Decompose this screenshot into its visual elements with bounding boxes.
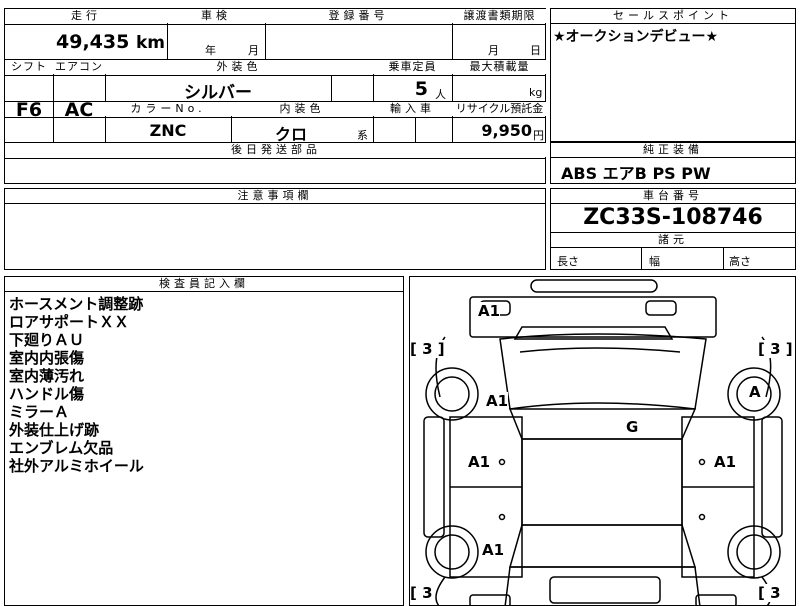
bracket-top-right: [ 3 ] (758, 340, 793, 358)
recycle-value: 9,950 (481, 121, 532, 140)
list-item: 外装仕上げ跡 (9, 421, 100, 439)
car-diagram-box: A1 A1 G A1 A1 A1 A [ 3 ] [ 3 ] [ 3 [ 3 (409, 276, 796, 606)
list-item: 室内薄汚れ (9, 367, 85, 385)
notes-box: 注意事項欄 (4, 188, 546, 270)
mileage-value: 49,435 km (56, 31, 165, 53)
shift-value: F6 (15, 99, 43, 121)
inspection-year-unit: 年 (205, 44, 216, 57)
shift-label: シフト (5, 60, 53, 74)
width-label: 幅 (649, 255, 660, 268)
transfer-day-unit: 日 (530, 44, 541, 57)
recycle-unit: 円 (533, 129, 544, 142)
mark-right-front-door: A1 (714, 453, 737, 471)
registration-label: 登録番号 (265, 9, 452, 23)
vehicle-info-table: 走行 車検 登録番号 譲渡書類期限 49,435 km 年 月 月 日 シフト … (4, 8, 547, 184)
bracket-top-left: [ 3 ] (410, 340, 445, 358)
mark-roof: G (626, 418, 639, 436)
chassis-box: 車台番号 ZC33S-108746 諸元 長さ 幅 高さ (550, 188, 796, 270)
interior-label: 内装色 (231, 102, 373, 116)
capacity-value: 5 (414, 78, 428, 100)
length-label: 長さ (557, 255, 579, 268)
color-no-label: カラーNo. (105, 102, 231, 116)
specs-label: 諸元 (551, 233, 795, 248)
sales-point-label: セールスポイント (551, 9, 795, 24)
transfer-label: 譲渡書類期限 (452, 9, 547, 23)
list-item: 室内内張傷 (9, 349, 85, 367)
ac-value: AC (64, 99, 94, 121)
inspection-month-unit: 月 (248, 44, 259, 57)
chassis-value: ZC33S-108746 (551, 204, 795, 233)
inspector-box: 検査員記入欄 ホースメント調整跡 ロアサポートＸＸ 下廻りＡＵ 室内内張傷 室内… (4, 276, 404, 606)
capacity-unit: 人 (435, 88, 446, 101)
interior-unit: 系 (357, 129, 368, 142)
mark-left-front-door: A1 (468, 453, 491, 471)
list-item: ロアサポートＸＸ (9, 313, 130, 331)
bracket-bottom-right: [ 3 (758, 584, 781, 602)
list-item: ミラーＡ (9, 403, 70, 421)
genuine-equipment-text: ABS エアB PS PW (561, 164, 711, 183)
inspector-list: ホースメント調整跡 ロアサポートＸＸ 下廻りＡＵ 室内内張傷 室内薄汚れ ハンド… (5, 292, 403, 478)
genuine-equipment-label: 純正装備 (551, 143, 795, 158)
list-item: ハンドル傷 (9, 385, 85, 403)
list-item: ホースメント調整跡 (9, 295, 144, 313)
max-load-label: 最大積載量 (452, 60, 547, 74)
height-label: 高さ (729, 255, 751, 268)
list-item: エンブレム欠品 (9, 439, 114, 457)
ac-label: エアコン (53, 60, 105, 74)
capacity-label: 乗車定員 (373, 60, 452, 74)
later-parts-label: 後日発送部品 (5, 143, 547, 157)
mileage-label: 走行 (5, 9, 167, 23)
chassis-label: 車台番号 (551, 189, 795, 204)
import-label: 輸入車 (373, 102, 452, 116)
bracket-bottom-left: [ 3 (410, 584, 433, 602)
interior-value: クロ (274, 125, 307, 144)
sales-point-box: セールスポイント ★オークションデビュー★ (550, 8, 796, 142)
inspector-label: 検査員記入欄 (5, 277, 403, 292)
notes-label: 注意事項欄 (5, 189, 545, 204)
sales-point-text: ★オークションデビュー★ (553, 29, 719, 45)
car-diagram (423, 279, 783, 605)
exterior-color-label: 外装色 (105, 60, 373, 74)
mark-front-bumper: A1 (478, 302, 501, 320)
transfer-month-unit: 月 (488, 44, 499, 57)
color-no-value: ZNC (149, 121, 187, 140)
mark-left-rear: A1 (482, 541, 505, 559)
list-item: 社外アルミホイール (9, 457, 144, 475)
list-item: 下廻りＡＵ (9, 331, 85, 349)
mark-hood: A1 (486, 392, 509, 410)
genuine-equipment-box: 純正装備 ABS エアB PS PW (550, 142, 796, 184)
mark-right-front-wheel: A (749, 383, 761, 401)
exterior-color-value: シルバー (184, 83, 252, 103)
inspection-label: 車検 (167, 9, 265, 23)
max-load-unit: kg (529, 86, 543, 99)
recycle-label: リサイクル預託金 (452, 102, 547, 116)
